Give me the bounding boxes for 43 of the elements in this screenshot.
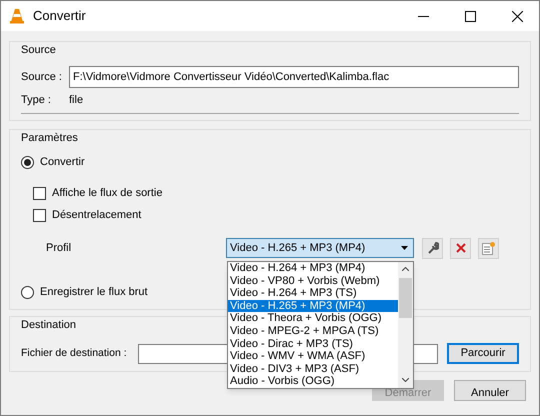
new-profile-button[interactable] <box>478 238 499 258</box>
profile-option[interactable]: Video - Dirac + MP3 (TS) <box>228 338 398 350</box>
checkbox-label: Affiche le flux de sortie <box>52 186 162 201</box>
profile-option[interactable]: Video - WMV + WMA (ASF) <box>228 350 398 363</box>
profile-label: Profil <box>46 240 72 256</box>
group-heading: Paramètres <box>21 131 78 146</box>
destination-label: Fichier de destination : <box>21 346 128 361</box>
group-heading: Destination <box>21 318 76 333</box>
maximize-icon[interactable] <box>465 10 476 22</box>
radio-button[interactable] <box>21 156 34 168</box>
source-label: Source : <box>21 70 63 85</box>
radio-label: Convertir <box>40 154 85 170</box>
close-icon[interactable] <box>512 10 523 22</box>
checkbox-label: Désentrelacement <box>52 208 142 223</box>
profile-dropdown[interactable]: Video - H.265 + MP3 (MP4) <box>226 238 414 258</box>
source-field[interactable]: F:\Vidmore\Vidmore Convertisseur Vidéo\Converted\Kalimba.flac <box>69 66 519 88</box>
checkbox[interactable] <box>33 186 46 200</box>
profile-option[interactable]: Video - H.264 + MP3 (MP4) <box>228 262 398 275</box>
wrench-button[interactable] <box>422 238 443 258</box>
delete-icon <box>456 243 466 253</box>
profile-option[interactable]: Video - H.265 + MP3 (MP4) <box>228 300 398 312</box>
delete-button[interactable] <box>450 238 471 258</box>
type-label: Type : <box>21 92 52 108</box>
radio-label: Enregistrer le flux brut <box>40 284 148 300</box>
caret-icon <box>401 246 408 250</box>
group-heading: Source <box>21 43 56 58</box>
profile-option[interactable]: Video - MPEG-2 + MPGA (TS) <box>228 324 398 338</box>
scroll-thumb[interactable] <box>399 278 412 318</box>
window-title: Convertir <box>33 7 86 26</box>
profile-option[interactable]: Video - VP80 + Vorbis (Webm) <box>228 274 398 288</box>
list-icon <box>482 242 495 254</box>
traffic-cone-icon <box>9 8 25 24</box>
browse-button[interactable]: Parcourir <box>447 343 519 364</box>
radio-button[interactable] <box>21 286 34 298</box>
wrench-icon <box>426 242 438 254</box>
scroll-up-icon[interactable] <box>402 267 409 271</box>
profile-option[interactable]: Video - H.264 + MP3 (TS) <box>228 287 398 300</box>
checkbox[interactable] <box>33 208 46 222</box>
scroll-down-icon[interactable] <box>402 378 409 382</box>
type-value: file <box>69 92 84 108</box>
profile-option[interactable]: Video - DIV3 + MP3 (ASF) <box>228 362 398 376</box>
dialog-button[interactable]: Annuler <box>454 380 526 401</box>
profile-option[interactable]: Video - Theora + Vorbis (OGG) <box>228 312 398 325</box>
